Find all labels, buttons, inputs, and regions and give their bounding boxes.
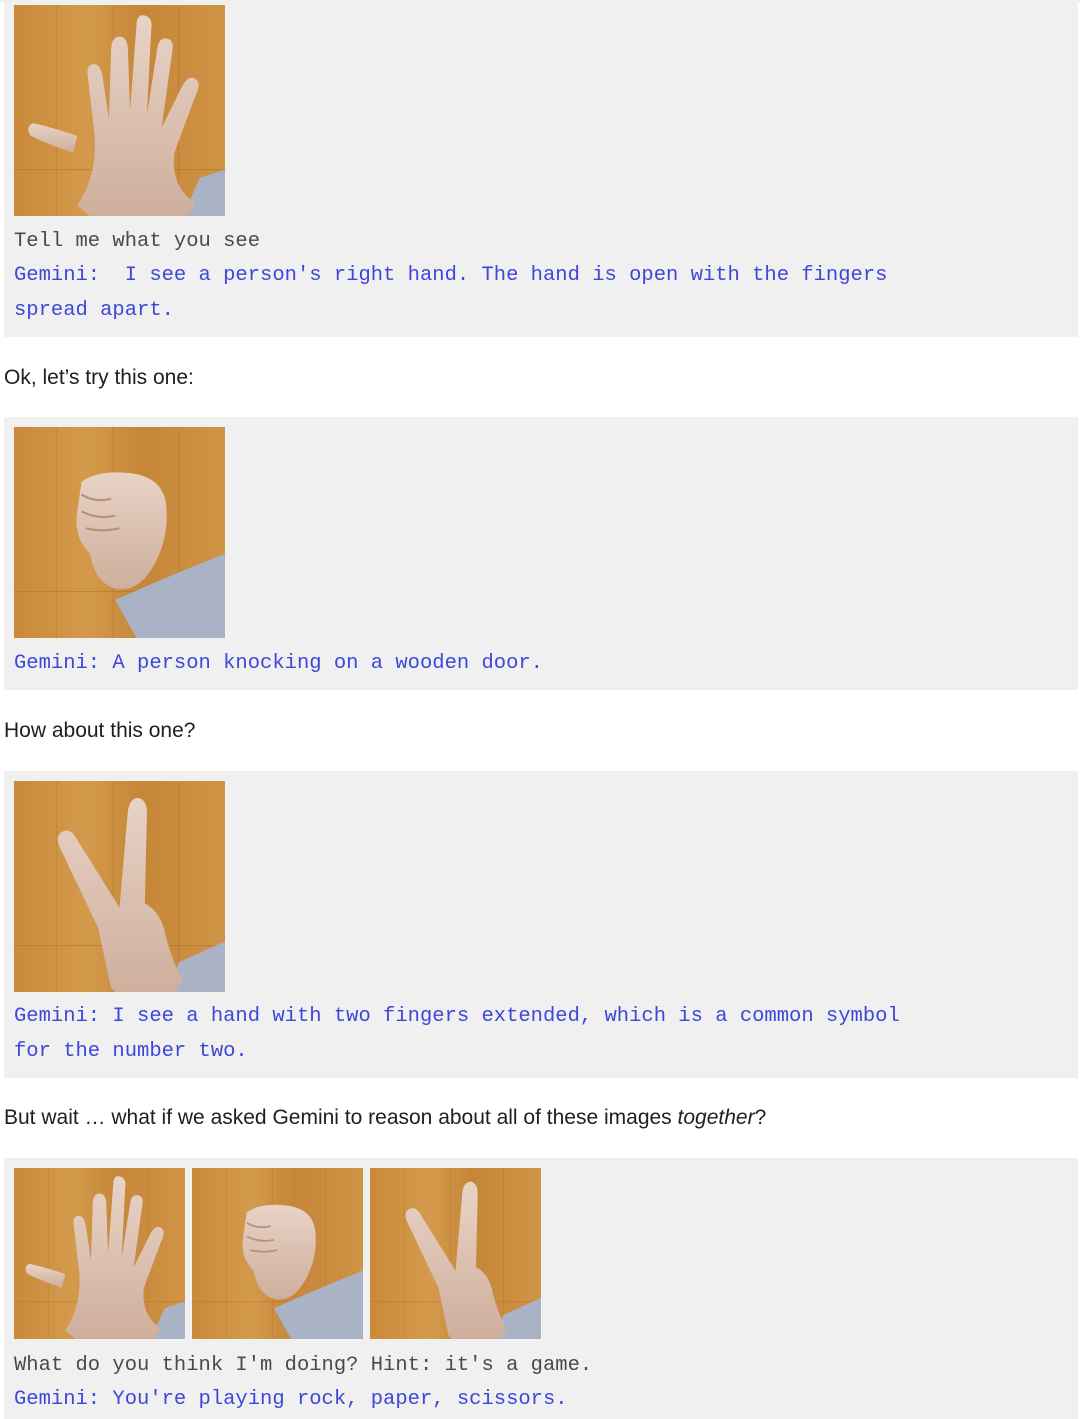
paragraph-reason-together: But wait … what if we asked Gemini to re… [4, 1104, 766, 1132]
emphasis-together: together [677, 1106, 755, 1129]
two-fingers-photo [14, 781, 225, 992]
paragraph-text: But wait … what if we asked Gemini to re… [4, 1106, 678, 1129]
open-hand-photo [14, 5, 225, 216]
conversation-block-two-fingers: Gemini: I see a hand with two fingers ex… [4, 771, 1078, 1078]
gemini-reply-continued: spread apart. [14, 299, 174, 322]
gemini-reply: Gemini: I see a person's right hand. The… [14, 264, 888, 287]
gemini-reply: Gemini: I see a hand with two fingers ex… [14, 1005, 900, 1028]
user-prompt: Tell me what you see [14, 230, 261, 253]
paragraph-how-about-this-one: How about this one? [4, 719, 196, 742]
gemini-reply: Gemini: You're playing rock, paper, scis… [14, 1388, 568, 1411]
paragraph-try-this-one: Ok, let’s try this one: [4, 366, 194, 389]
conversation-block-all-images: What do you think I'm doing? Hint: it's … [4, 1158, 1078, 1419]
open-hand-photo [14, 1168, 185, 1339]
gemini-reply: Gemini: A person knocking on a wooden do… [14, 652, 543, 675]
user-prompt: What do you think I'm doing? Hint: it's … [14, 1354, 593, 1377]
fist-photo [192, 1168, 363, 1339]
conversation-block-open-hand: Tell me what you see Gemini: I see a per… [4, 0, 1078, 337]
fist-photo [14, 427, 225, 638]
gemini-reply-continued: for the number two. [14, 1040, 248, 1063]
conversation-block-fist: Gemini: A person knocking on a wooden do… [4, 417, 1078, 690]
two-fingers-photo [370, 1168, 541, 1339]
paragraph-question-mark: ? [754, 1106, 767, 1129]
